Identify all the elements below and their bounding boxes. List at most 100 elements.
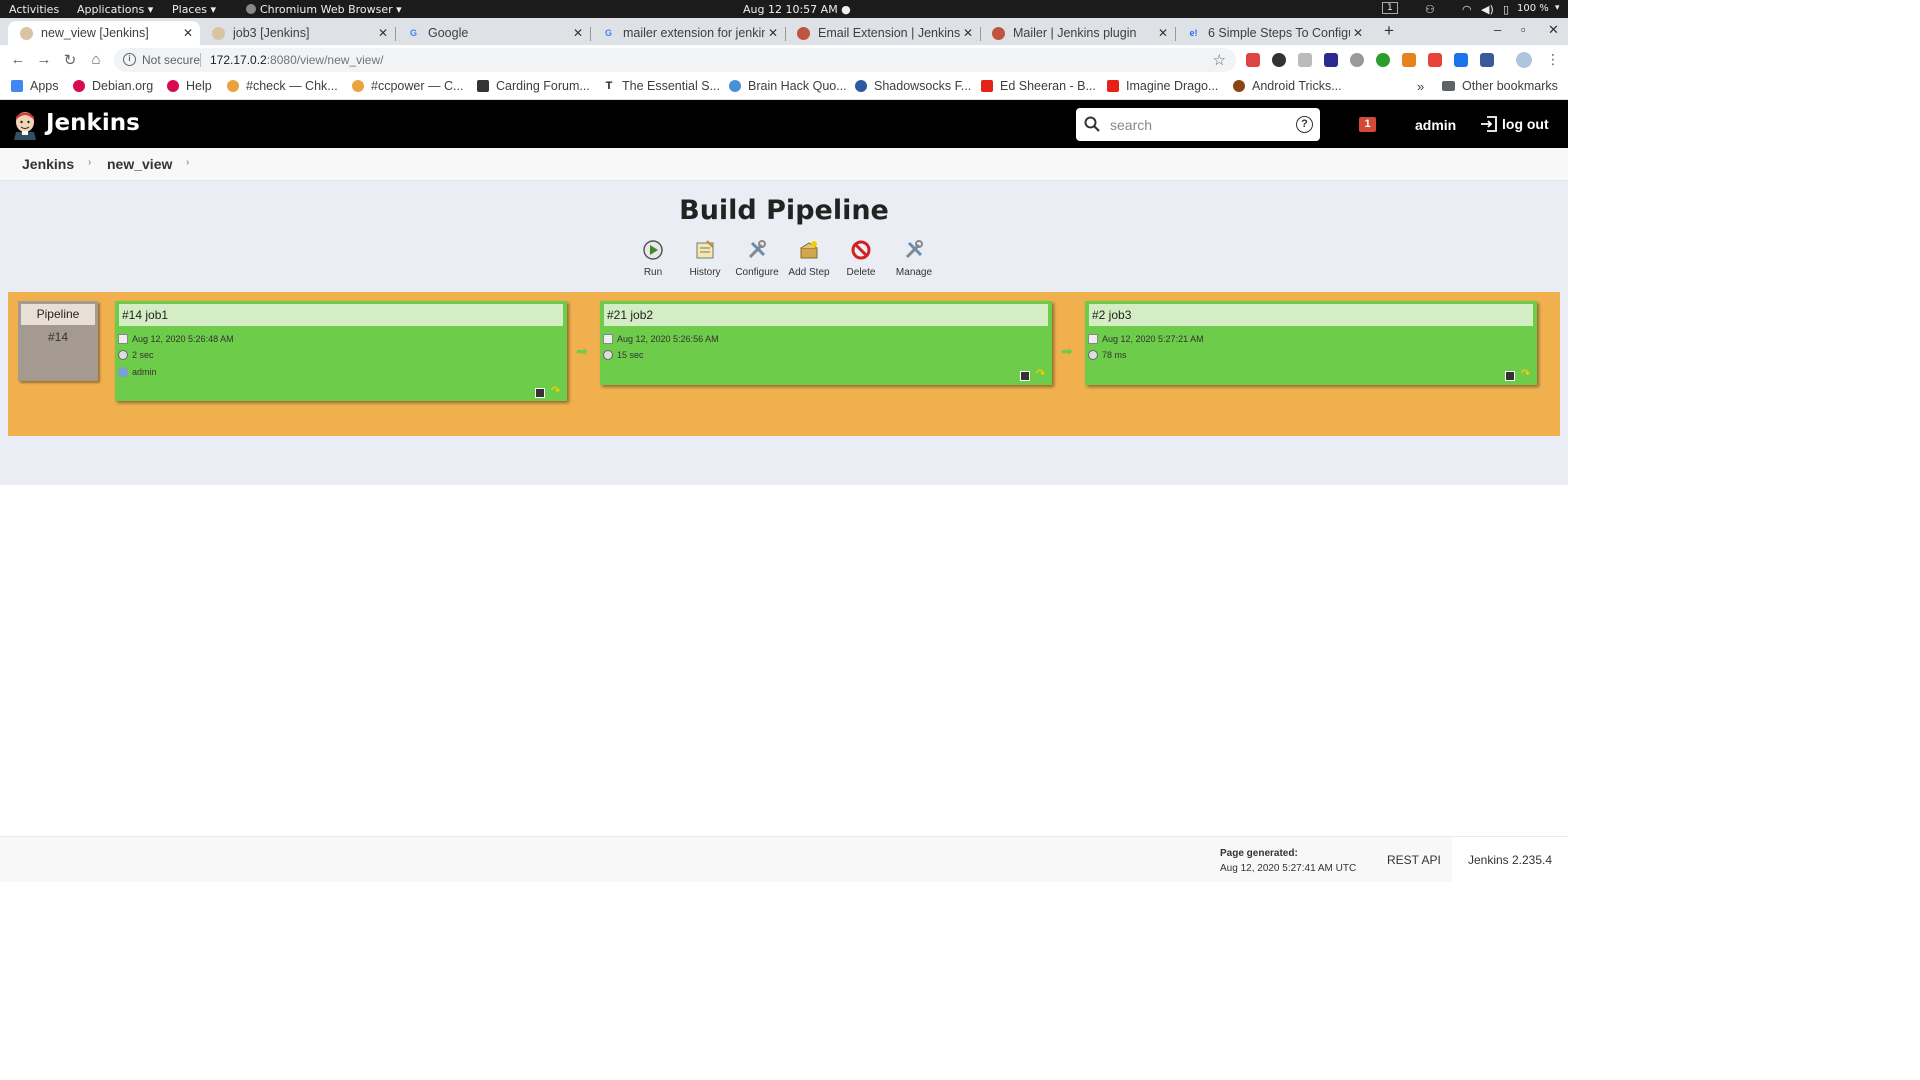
browser-menu-icon[interactable]: ⋮ <box>1546 51 1560 68</box>
clock-icon <box>118 350 128 360</box>
pipeline-row: Pipeline #14 #14 job1 Aug 12, 2020 5:26:… <box>8 292 1560 436</box>
rebuild-icon[interactable]: ↷ <box>551 384 560 397</box>
extension-icon[interactable] <box>1480 53 1494 67</box>
activities-button[interactable]: Activities <box>9 3 59 16</box>
clock[interactable]: Aug 12 10:57 AM ● <box>743 3 851 16</box>
tab-title: Email Extension | Jenkins plugin <box>818 26 960 40</box>
breadcrumb-separator[interactable]: › <box>186 157 189 168</box>
run-button[interactable]: Run <box>625 239 681 278</box>
tab-six-steps[interactable]: e! 6 Simple Steps To Configure ✕ <box>1175 21 1370 45</box>
bookmarks-overflow-button[interactable]: » <box>1417 79 1424 94</box>
jenkins-home-link[interactable]: Jenkins <box>46 110 140 136</box>
build-title-link[interactable]: #21 job2 <box>604 304 1048 326</box>
extension-icon[interactable] <box>1350 53 1364 67</box>
jenkins-version-link[interactable]: Jenkins 2.235.4 <box>1452 837 1568 883</box>
youtube-icon <box>981 80 993 92</box>
console-output-icon[interactable] <box>1505 371 1515 381</box>
breadcrumb-separator[interactable]: › <box>88 157 91 168</box>
applications-menu[interactable]: Applications ▾ <box>77 3 153 16</box>
info-icon[interactable]: i <box>123 53 136 66</box>
back-button[interactable]: ← <box>9 51 27 68</box>
jenkins-logo-icon[interactable] <box>12 110 38 140</box>
tab-new-view[interactable]: new_view [Jenkins] ✕ <box>8 21 200 45</box>
bookmark-imagine-dragons[interactable]: Imagine Drago... <box>1107 79 1218 93</box>
extension-icon[interactable] <box>1272 53 1286 67</box>
bookmark-apps[interactable]: Apps <box>11 79 59 93</box>
rest-api-link[interactable]: REST API <box>1387 853 1441 867</box>
bookmark-shadowsocks[interactable]: Shadowsocks F... <box>855 79 971 93</box>
rebuild-icon[interactable]: ↷ <box>1036 367 1045 380</box>
bookmark-carding-forum[interactable]: Carding Forum... <box>477 79 590 93</box>
close-tab-icon[interactable]: ✕ <box>375 26 391 40</box>
active-app-menu[interactable]: Chromium Web Browser ▾ <box>246 3 402 16</box>
extension-icon[interactable] <box>1298 53 1312 67</box>
forward-button[interactable]: → <box>35 51 53 68</box>
bookmark-debian[interactable]: Debian.org <box>73 79 153 93</box>
breadcrumb-jenkins[interactable]: Jenkins <box>22 156 74 172</box>
bookmark-label: #ccpower — C... <box>371 79 464 93</box>
add-step-button[interactable]: Add Step <box>781 239 837 278</box>
tab-google[interactable]: G Google ✕ <box>395 21 590 45</box>
home-button[interactable]: ⌂ <box>87 51 105 68</box>
build-title-link[interactable]: #2 job3 <box>1089 304 1533 326</box>
tab-title: Mailer | Jenkins plugin <box>1013 26 1137 40</box>
bookmark-ccpower[interactable]: #ccpower — C... <box>352 79 463 93</box>
bookmark-brain-hack[interactable]: Brain Hack Quo... <box>729 79 847 93</box>
logout-link[interactable]: log out <box>1480 116 1549 132</box>
search-input[interactable] <box>1110 115 1285 135</box>
chromium-icon <box>246 4 256 14</box>
places-menu[interactable]: Places ▾ <box>172 3 216 16</box>
pipeline-number-link[interactable]: #14 <box>18 330 98 344</box>
user-link[interactable]: admin <box>1415 117 1456 133</box>
new-tab-button[interactable]: + <box>1384 21 1394 41</box>
security-status: Not secure <box>142 53 201 67</box>
close-tab-icon[interactable]: ✕ <box>570 26 586 40</box>
bookmark-ed-sheeran[interactable]: Ed Sheeran - B... <box>981 79 1096 93</box>
manage-tools-icon <box>905 240 923 259</box>
profile-avatar[interactable] <box>1516 52 1532 68</box>
reload-button[interactable]: ↻ <box>61 51 79 69</box>
close-tab-icon[interactable]: ✕ <box>1350 26 1366 40</box>
delete-button[interactable]: Delete <box>833 239 889 278</box>
console-output-icon[interactable] <box>535 388 545 398</box>
bookmark-check[interactable]: #check — Chk... <box>227 79 338 93</box>
bookmark-help[interactable]: Help <box>167 79 212 93</box>
extension-icon[interactable] <box>1246 53 1260 67</box>
page-title: Build Pipeline <box>679 195 889 226</box>
bookmark-essential[interactable]: T The Essential S... <box>603 79 720 93</box>
manage-button[interactable]: Manage <box>886 239 942 278</box>
extension-icon[interactable] <box>1324 53 1338 67</box>
console-output-icon[interactable] <box>1020 371 1030 381</box>
rebuild-icon[interactable]: ↷ <box>1521 367 1530 380</box>
minimize-window-button[interactable]: – <box>1494 22 1501 37</box>
bookmark-android-tricks[interactable]: Android Tricks... <box>1233 79 1342 93</box>
tab-mailer-search[interactable]: G mailer extension for jenkins ✕ <box>590 21 785 45</box>
bookmark-star-icon[interactable]: ☆ <box>1213 51 1226 69</box>
close-window-button[interactable]: ✕ <box>1548 22 1559 38</box>
system-menu-icon[interactable]: ▾ <box>1555 3 1560 13</box>
extension-icon[interactable] <box>1376 53 1390 67</box>
tab-title: mailer extension for jenkins <box>623 26 765 40</box>
close-tab-icon[interactable]: ✕ <box>180 26 196 40</box>
close-tab-icon[interactable]: ✕ <box>960 26 976 40</box>
notifications-badge[interactable]: 1 <box>1359 117 1376 132</box>
maximize-window-button[interactable]: ▫ <box>1521 22 1526 37</box>
address-bar[interactable]: i Not secure 172.17.0.2:8080/view/new_vi… <box>114 48 1236 72</box>
tab-mailer-plugin[interactable]: Mailer | Jenkins plugin ✕ <box>980 21 1175 45</box>
build-title-link[interactable]: #14 job1 <box>119 304 563 326</box>
breadcrumb-new-view[interactable]: new_view <box>107 156 172 172</box>
extension-icon[interactable] <box>1428 53 1442 67</box>
configure-button[interactable]: Configure <box>729 239 785 278</box>
pipeline-arrow-icon: ➡ <box>576 343 588 359</box>
other-bookmarks-folder[interactable]: Other bookmarks <box>1442 79 1558 93</box>
close-tab-icon[interactable]: ✕ <box>765 26 781 40</box>
tab-job3[interactable]: job3 [Jenkins] ✕ <box>200 21 395 45</box>
action-label: Run <box>643 267 663 278</box>
help-icon[interactable]: ? <box>1296 116 1313 133</box>
metamask-icon[interactable] <box>1402 53 1416 67</box>
pause-extension-icon[interactable] <box>1454 53 1468 67</box>
close-tab-icon[interactable]: ✕ <box>1155 26 1171 40</box>
history-button[interactable]: History <box>677 239 733 278</box>
workspace-indicator[interactable]: 1 <box>1382 2 1398 14</box>
tab-email-extension[interactable]: Email Extension | Jenkins plugin ✕ <box>785 21 980 45</box>
